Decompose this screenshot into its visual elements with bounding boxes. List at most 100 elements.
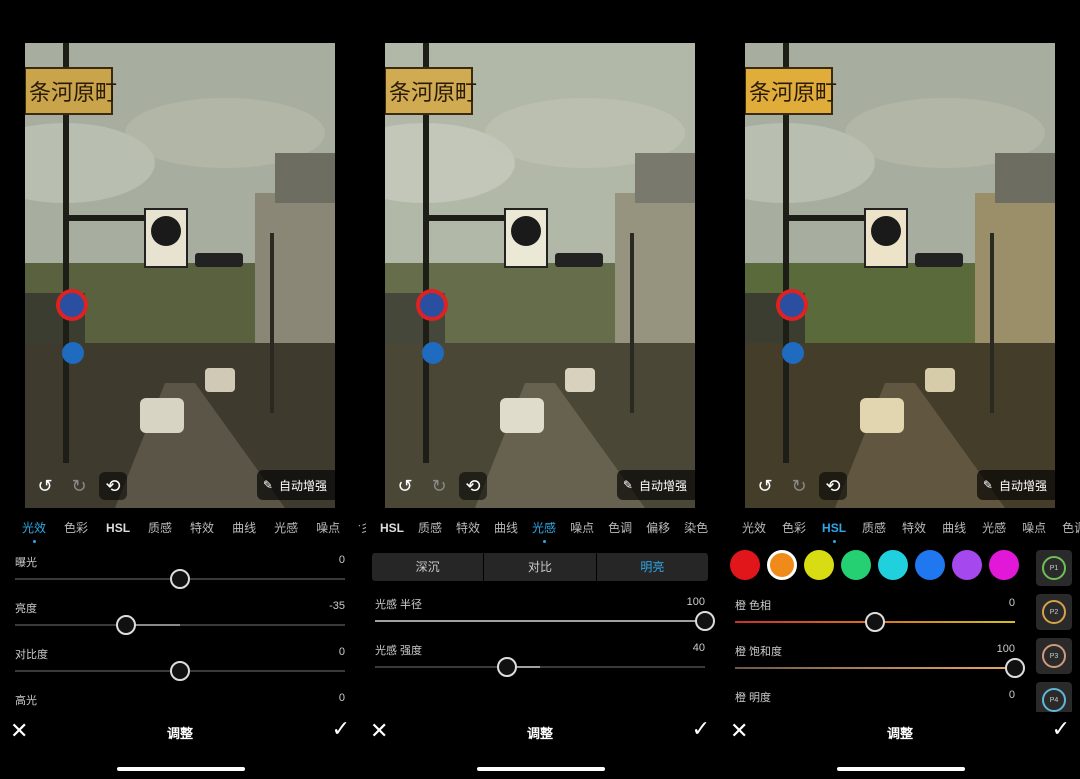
tab-curves[interactable]: 曲线 bbox=[942, 518, 966, 542]
slider-value: 0 bbox=[338, 646, 345, 658]
slider-track[interactable] bbox=[375, 611, 715, 631]
tab-texture[interactable]: 质感 bbox=[862, 518, 886, 542]
photo-preview[interactable]: 条河原町 ↺ ↻ ⟲ ✎ 自动增强 bbox=[745, 43, 1055, 508]
hue-gradient-track[interactable] bbox=[735, 612, 1015, 632]
auto-enhance-button[interactable]: ✎ 自动增强 bbox=[976, 470, 1055, 500]
tab-hsl[interactable]: HSL bbox=[106, 518, 130, 542]
magic-wand-icon: ✎ bbox=[622, 478, 633, 492]
redo-icon[interactable]: ↻ bbox=[65, 472, 93, 500]
tab-glow[interactable]: 光感 bbox=[982, 518, 1006, 542]
color-swatch[interactable] bbox=[952, 550, 982, 580]
color-swatch[interactable] bbox=[730, 550, 760, 580]
color-swatch[interactable] bbox=[989, 550, 1019, 580]
slider-value: 0 bbox=[338, 554, 345, 566]
hsl-color-swatches bbox=[730, 550, 1019, 580]
slider-track[interactable] bbox=[15, 615, 345, 635]
tab-hsl[interactable]: HSL bbox=[380, 518, 404, 542]
tab-light[interactable]: 光效 bbox=[742, 518, 766, 542]
adjust-tabs: 光效 色彩 HSL 质感 特效 曲线 光感 噪点 色调 bbox=[0, 518, 360, 543]
tab-texture[interactable]: 质感 bbox=[418, 518, 442, 542]
glow-mode-selector: 深沉 对比 明亮 bbox=[372, 553, 708, 581]
auto-enhance-label: 自动增强 bbox=[278, 478, 327, 493]
tab-color[interactable]: 色彩 bbox=[64, 518, 88, 542]
segment-bright[interactable]: 明亮 bbox=[597, 553, 708, 581]
tab-hsl[interactable]: HSL bbox=[822, 518, 846, 543]
tab-noise[interactable]: 噪点 bbox=[1022, 518, 1046, 542]
slider-track[interactable] bbox=[15, 569, 345, 589]
tab-tone[interactable]: 色调 bbox=[608, 518, 632, 542]
bottom-bar: ✕ 调整 ✓ bbox=[720, 712, 1080, 752]
street-photo: 条河原町 bbox=[385, 43, 695, 508]
segment-deep[interactable]: 深沉 bbox=[372, 553, 485, 581]
slider-knob[interactable] bbox=[865, 612, 885, 632]
preset-button[interactable]: P2 bbox=[1036, 594, 1072, 630]
confirm-icon[interactable]: ✓ bbox=[1052, 716, 1070, 742]
redo-icon[interactable]: ↻ bbox=[425, 472, 453, 500]
auto-enhance-label: 自动增强 bbox=[638, 478, 687, 493]
color-swatch[interactable] bbox=[915, 550, 945, 580]
tab-color[interactable]: 色彩 bbox=[782, 518, 806, 542]
reset-icon[interactable]: ⟲ bbox=[819, 472, 847, 500]
preset-button[interactable]: P1 bbox=[1036, 550, 1072, 586]
slider-knob[interactable] bbox=[1005, 658, 1025, 678]
slider-knob[interactable] bbox=[497, 657, 517, 677]
photo-preview[interactable]: 条河原町 ↺ ↻ ⟲ ✎ 自动增强 bbox=[385, 43, 695, 508]
slider-value: 0 bbox=[1008, 597, 1015, 609]
reset-icon[interactable]: ⟲ bbox=[99, 472, 127, 500]
segment-contrast[interactable]: 对比 bbox=[484, 553, 597, 581]
slider-knob[interactable] bbox=[695, 611, 715, 631]
tab-shift[interactable]: 偏移 bbox=[646, 518, 670, 542]
color-swatch[interactable] bbox=[804, 550, 834, 580]
tab-light[interactable]: 光效 bbox=[22, 518, 46, 543]
slider-knob[interactable] bbox=[115, 615, 136, 635]
preset-button[interactable]: P3 bbox=[1036, 638, 1072, 674]
color-swatch[interactable] bbox=[767, 550, 797, 580]
auto-enhance-button[interactable]: ✎ 自动增强 bbox=[616, 470, 695, 500]
tab-effects[interactable]: 特效 bbox=[190, 518, 214, 542]
home-indicator bbox=[477, 767, 605, 771]
tab-overflow[interactable]: 彡 bbox=[360, 518, 366, 542]
tab-curves[interactable]: 曲线 bbox=[494, 518, 518, 542]
tab-glow[interactable]: 光感 bbox=[274, 518, 298, 542]
slider-knob[interactable] bbox=[170, 661, 190, 681]
slider-label: 曝光 bbox=[15, 557, 37, 569]
tab-tone[interactable]: 色调 bbox=[1062, 518, 1080, 542]
adjust-tabs: 彡 HSL 质感 特效 曲线 光感 噪点 色调 偏移 染色 bbox=[360, 518, 720, 543]
history-tools: ↺ ↻ ⟲ bbox=[25, 472, 127, 500]
history-tools: ↺ ↻ ⟲ bbox=[385, 472, 487, 500]
tab-effects[interactable]: 特效 bbox=[902, 518, 926, 542]
confirm-icon[interactable]: ✓ bbox=[332, 716, 350, 742]
home-indicator bbox=[837, 767, 965, 771]
street-photo: 条河原町 bbox=[745, 43, 1055, 508]
home-indicator bbox=[117, 767, 245, 771]
panel-title: 调整 bbox=[526, 726, 553, 741]
redo-icon[interactable]: ↻ bbox=[785, 472, 813, 500]
slider-track[interactable] bbox=[375, 657, 705, 677]
saturation-gradient-track[interactable] bbox=[735, 658, 1025, 678]
hsl-presets: P1 P2 P3 P4 bbox=[1036, 550, 1072, 718]
tab-curves[interactable]: 曲线 bbox=[232, 518, 256, 542]
tab-glow[interactable]: 光感 bbox=[532, 518, 556, 543]
confirm-icon[interactable]: ✓ bbox=[692, 716, 710, 742]
tab-tint[interactable]: 染色 bbox=[684, 518, 708, 542]
slider-knob[interactable] bbox=[170, 569, 190, 589]
tab-texture[interactable]: 质感 bbox=[148, 518, 172, 542]
editor-panel-hsl: 条河原町 ↺ ↻ ⟲ ✎ 自动增强 光效 色彩 HSL 质感 特效 曲线 光感 … bbox=[720, 0, 1080, 779]
preset-ring-icon: P4 bbox=[1042, 688, 1066, 712]
slider-label: 对比度 bbox=[15, 649, 48, 661]
auto-enhance-button[interactable]: ✎ 自动增强 bbox=[256, 470, 335, 500]
slider-value: 100 bbox=[996, 643, 1015, 655]
tab-effects[interactable]: 特效 bbox=[456, 518, 480, 542]
undo-icon[interactable]: ↺ bbox=[391, 472, 419, 500]
reset-icon[interactable]: ⟲ bbox=[459, 472, 487, 500]
photo-preview[interactable]: 条河原町 ↺ ↻ ⟲ ✎ 自动增强 bbox=[25, 43, 335, 508]
editor-panel-light: 条河原町 ↺ ↻ ⟲ ✎ 自动增强 光效 色彩 HSL 质感 特效 曲线 光感 … bbox=[0, 0, 360, 779]
color-swatch[interactable] bbox=[878, 550, 908, 580]
slider-track[interactable] bbox=[15, 661, 345, 681]
tab-noise[interactable]: 噪点 bbox=[316, 518, 340, 542]
undo-icon[interactable]: ↺ bbox=[31, 472, 59, 500]
tab-noise[interactable]: 噪点 bbox=[570, 518, 594, 542]
color-swatch[interactable] bbox=[841, 550, 871, 580]
preset-ring-icon: P1 bbox=[1042, 556, 1066, 580]
undo-icon[interactable]: ↺ bbox=[751, 472, 779, 500]
